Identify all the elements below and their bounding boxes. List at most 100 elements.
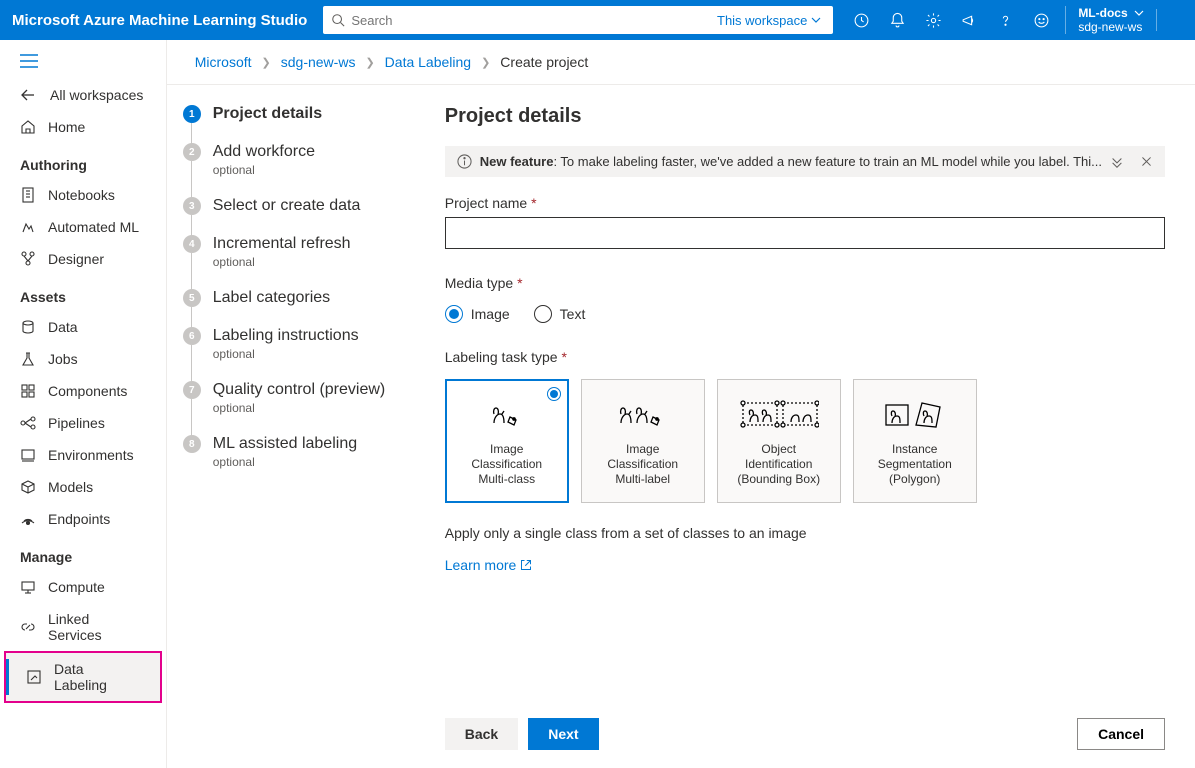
sidebar-environments[interactable]: Environments (0, 439, 166, 471)
account-switcher[interactable]: ML-docs sdg-new-ws (1065, 6, 1143, 34)
workspace-name: sdg-new-ws (1078, 20, 1143, 34)
pipeline-icon (20, 415, 36, 431)
multilabel-icon (615, 396, 671, 432)
crumb-data-labeling[interactable]: Data Labeling (385, 54, 471, 70)
search-box[interactable]: This workspace (323, 6, 833, 34)
automl-icon (20, 219, 36, 235)
step-3[interactable]: 3Select or create data (183, 197, 425, 235)
chevron-right-icon: ❯ (262, 56, 271, 69)
search-scope[interactable]: This workspace (717, 13, 821, 28)
search-input[interactable] (351, 13, 717, 28)
media-type-image[interactable]: Image (445, 305, 510, 323)
step-7[interactable]: 7Quality control (preview)optional (183, 381, 425, 435)
project-name-label: Project name * (445, 195, 1165, 211)
crumb-microsoft[interactable]: Microsoft (195, 54, 252, 70)
crumb-current: Create project (500, 54, 588, 70)
sidebar-data[interactable]: Data (0, 311, 166, 343)
wizard-footer: Back Next Cancel (445, 699, 1165, 768)
form-panel: Project details New feature: To make lab… (425, 85, 1195, 768)
step-1[interactable]: 1Project details (183, 105, 425, 143)
wizard-stepper: 1Project details 2Add workforceoptional … (167, 85, 425, 768)
close-icon[interactable] (1140, 155, 1153, 168)
flask-icon (20, 351, 36, 367)
step-8[interactable]: 8ML assisted labelingoptional (183, 435, 425, 489)
sidebar-endpoints[interactable]: Endpoints (0, 503, 166, 535)
chevron-down-icon (811, 15, 821, 25)
endpoint-icon (20, 511, 36, 527)
header-icons (845, 4, 1057, 36)
next-button[interactable]: Next (528, 718, 598, 750)
step-6[interactable]: 6Labeling instructionsoptional (183, 327, 425, 381)
designer-icon (20, 251, 36, 267)
back-button[interactable]: Back (445, 718, 518, 750)
cube-icon (20, 479, 36, 495)
project-name-input[interactable] (445, 217, 1165, 249)
megaphone-icon[interactable] (953, 4, 985, 36)
sidebar-notebooks[interactable]: Notebooks (0, 179, 166, 211)
sidebar-section-manage: Manage (0, 535, 166, 571)
sidebar-pipelines[interactable]: Pipelines (0, 407, 166, 439)
info-banner: New feature: To make labeling faster, we… (445, 146, 1165, 177)
crumb-workspace[interactable]: sdg-new-ws (281, 54, 356, 70)
media-type-text[interactable]: Text (534, 305, 586, 323)
sidebar: All workspaces Home Authoring Notebooks … (0, 40, 167, 768)
task-card-polygon[interactable]: InstanceSegmentation(Polygon) (853, 379, 977, 503)
home-icon (20, 119, 36, 135)
media-type-label: Media type * (445, 275, 1165, 291)
step-5[interactable]: 5Label categories (183, 289, 425, 327)
chevrons-down-icon[interactable] (1110, 155, 1124, 169)
panel-title: Project details (445, 105, 1165, 128)
task-description: Apply only a single class from a set of … (445, 525, 1165, 541)
sidebar-linked-services[interactable]: Linked Services (0, 603, 166, 651)
sidebar-components[interactable]: Components (0, 375, 166, 407)
smiley-icon[interactable] (1025, 4, 1057, 36)
media-type-group: Image Text (445, 305, 1165, 323)
link-icon (20, 619, 36, 635)
bell-icon[interactable] (881, 4, 913, 36)
clock-icon[interactable] (845, 4, 877, 36)
sidebar-models[interactable]: Models (0, 471, 166, 503)
monitor-icon (20, 579, 36, 595)
label-icon (26, 669, 42, 685)
info-icon (457, 154, 472, 169)
search-icon (331, 13, 345, 27)
polygon-icon (880, 396, 950, 432)
help-icon[interactable] (989, 4, 1021, 36)
chevron-down-icon (1134, 8, 1144, 18)
sidebar-compute[interactable]: Compute (0, 571, 166, 603)
task-card-multiclass[interactable]: ImageClassificationMulti-class (445, 379, 569, 503)
cancel-button[interactable]: Cancel (1077, 718, 1165, 750)
chevron-right-icon: ❯ (365, 56, 374, 69)
chevron-right-icon: ❯ (481, 56, 490, 69)
sidebar-section-assets: Assets (0, 275, 166, 311)
learn-more-link[interactable]: Learn more (445, 557, 1165, 573)
sidebar-all-workspaces[interactable]: All workspaces (0, 79, 166, 111)
notebook-icon (20, 187, 36, 203)
breadcrumb: Microsoft ❯ sdg-new-ws ❯ Data Labeling ❯… (167, 40, 1195, 85)
task-type-cards: ImageClassificationMulti-class ImageClas… (445, 379, 1165, 503)
sidebar-home[interactable]: Home (0, 111, 166, 143)
sidebar-section-authoring: Authoring (0, 143, 166, 179)
data-icon (20, 319, 36, 335)
components-icon (20, 383, 36, 399)
external-link-icon (520, 559, 532, 571)
app-title: Microsoft Azure Machine Learning Studio (12, 12, 307, 29)
environment-icon (20, 447, 36, 463)
gear-icon[interactable] (917, 4, 949, 36)
directory-name: ML-docs (1078, 6, 1127, 20)
step-2[interactable]: 2Add workforceoptional (183, 143, 425, 197)
sidebar-jobs[interactable]: Jobs (0, 343, 166, 375)
sidebar-data-labeling[interactable]: Data Labeling (6, 653, 160, 701)
sidebar-automl[interactable]: Automated ML (0, 211, 166, 243)
hamburger-icon[interactable] (0, 46, 166, 79)
multiclass-icon (484, 396, 530, 432)
task-card-multilabel[interactable]: ImageClassificationMulti-label (581, 379, 705, 503)
task-type-label: Labeling task type * (445, 349, 1165, 365)
top-header: Microsoft Azure Machine Learning Studio … (0, 0, 1195, 40)
task-card-bounding-box[interactable]: ObjectIdentification(Bounding Box) (717, 379, 841, 503)
sidebar-designer[interactable]: Designer (0, 243, 166, 275)
bbox-icon (739, 396, 819, 432)
step-4[interactable]: 4Incremental refreshoptional (183, 235, 425, 289)
highlight-annotation: Data Labeling (4, 651, 162, 703)
arrow-left-icon (20, 87, 36, 103)
